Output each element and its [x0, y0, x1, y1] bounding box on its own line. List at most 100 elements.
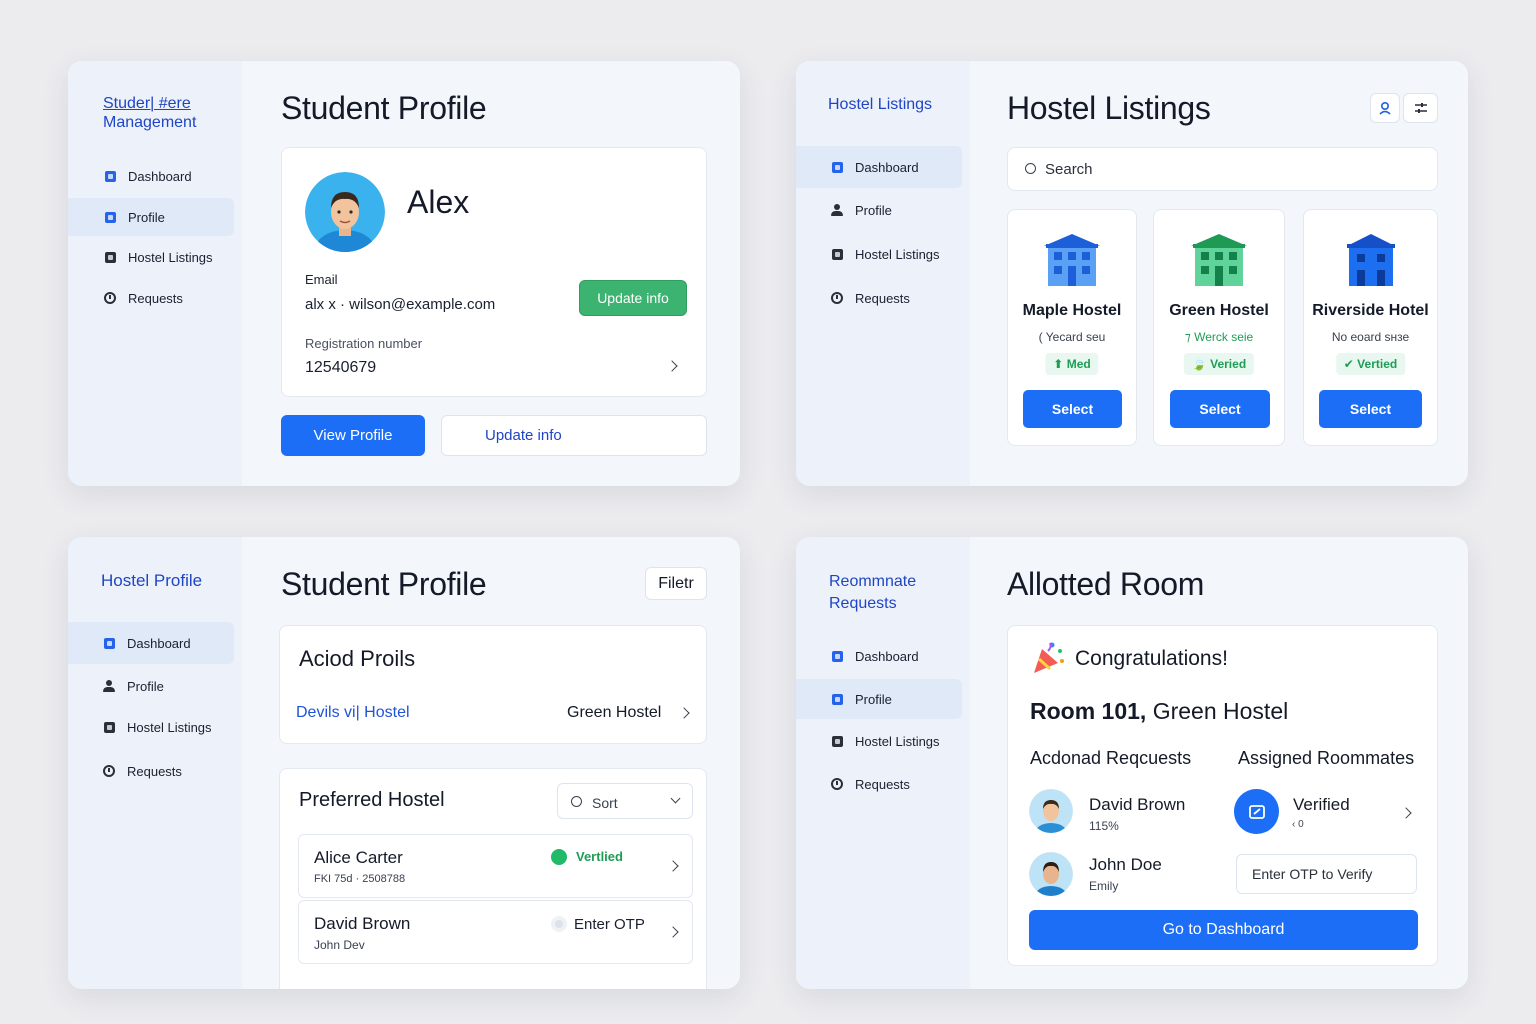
sort-dropdown[interactable]: Sort: [557, 783, 693, 819]
chevron-right-icon[interactable]: [678, 707, 690, 719]
sidebar-item-dashboard[interactable]: Dashboard: [68, 622, 234, 664]
person-sub: Emily: [1089, 879, 1119, 893]
hostel-subtitle: ( Yecard seu: [1038, 330, 1106, 344]
sidebar-item-hostel-listings[interactable]: Hostel Listings: [68, 708, 234, 746]
sidebar-item-requests[interactable]: Requests: [68, 752, 234, 790]
student-profile-panel: Studer| #ere Management Dashboard Profil…: [68, 61, 740, 486]
hostel-value: Green Hostel: [567, 704, 662, 721]
sidebar-item-dashboard[interactable]: Dashboard: [68, 157, 234, 195]
brand-line-1: Studer| #ere: [103, 95, 191, 112]
update-info-button[interactable]: Update info: [441, 415, 707, 456]
filter-icon[interactable]: [1403, 93, 1438, 123]
requests-icon: [102, 290, 118, 306]
brand-line-2: Requests: [829, 595, 897, 612]
otp-placeholder: Enter OTP to Verify: [1252, 866, 1373, 882]
requests-icon: [829, 776, 845, 792]
list-item[interactable]: Alice Carter FKI 75d · 2508788 Vertlied: [298, 834, 693, 898]
status-badge: ⬆ Med: [1045, 353, 1099, 375]
app-brand[interactable]: Hostel Listings: [828, 95, 932, 114]
hostel-card-riverside[interactable]: Riverside Hotel No eoard sнзе ✔ Vertied …: [1303, 209, 1438, 446]
sidebar-item-label: Requests: [127, 763, 182, 779]
sidebar: Hostel Profile Dashboard Profile Hostel …: [68, 537, 242, 989]
sidebar-item-hostel-listings[interactable]: Hostel Listings: [796, 235, 962, 273]
sidebar-item-requests[interactable]: Requests: [796, 279, 962, 317]
search-placeholder: Search: [1045, 161, 1093, 178]
status-badge: ✔ Vertied: [1335, 353, 1406, 375]
account-profile-card: Aciod Proils Devils vi| Hostel Green Hos…: [279, 625, 707, 744]
email-value: alx x · wilson@example.com: [305, 296, 496, 313]
sidebar-item-label: Requests: [855, 776, 910, 792]
sidebar-item-hostel-listings[interactable]: Hostel Listings: [68, 238, 234, 276]
preferred-hostel-card: Preferred Hostel Sort Alice Carter FKI 7…: [279, 768, 707, 989]
select-button[interactable]: Select: [1023, 390, 1122, 428]
verified-sub-value: 0: [1298, 819, 1304, 830]
verified-label: Verified: [1293, 795, 1350, 814]
sidebar-item-profile[interactable]: Profile: [68, 667, 234, 705]
sidebar-item-label: Profile: [855, 691, 892, 707]
list-item-name: David Brown: [314, 914, 411, 933]
room-number: Room 101,: [1030, 698, 1147, 724]
avatar: [1029, 852, 1073, 896]
chevron-right-icon[interactable]: [666, 360, 678, 372]
profile-icon: [102, 209, 118, 225]
sidebar-item-label: Requests: [128, 290, 183, 306]
sidebar-item-label: Dashboard: [128, 168, 192, 184]
hostel-link[interactable]: Devils vi| Hostel: [296, 704, 410, 722]
page-title: Student Profile: [281, 90, 487, 126]
sidebar-item-label: Profile: [855, 202, 892, 218]
email-label: Email: [305, 272, 338, 287]
otp-input[interactable]: Enter OTP to Verify: [1236, 854, 1417, 894]
search-icon: [1025, 163, 1036, 174]
sidebar-item-profile[interactable]: Profile: [68, 198, 234, 236]
select-button[interactable]: Select: [1170, 390, 1270, 428]
app-brand[interactable]: Studer| #ere Management: [103, 94, 196, 132]
brand-line-2: Management: [103, 114, 197, 131]
listings-icon: [829, 733, 845, 749]
page-title: Allotted Room: [1007, 566, 1205, 602]
person-name: David Brown: [1089, 795, 1186, 814]
sidebar-item-hostel-listings[interactable]: Hostel Listings: [796, 722, 962, 760]
building-icon: [1191, 234, 1247, 286]
party-popper-icon: [1034, 642, 1064, 673]
requests-icon: [101, 763, 117, 779]
page-title: Student Profile: [281, 566, 487, 602]
update-info-green-button[interactable]: Update info: [579, 280, 687, 316]
hostel-card-maple[interactable]: Maple Hostel ( Yecard seu ⬆ Med Select: [1007, 209, 1137, 446]
select-button[interactable]: Select: [1319, 390, 1422, 428]
sidebar-item-profile[interactable]: Profile: [796, 191, 962, 229]
sidebar-item-label: Dashboard: [855, 648, 919, 664]
filter-button[interactable]: Filetr: [645, 567, 707, 600]
chevron-right-icon: [667, 860, 679, 872]
avatar: [305, 172, 385, 252]
list-item-sub: John Dev: [314, 938, 365, 952]
search-input[interactable]: Search: [1007, 147, 1438, 191]
dashboard-icon: [829, 648, 845, 664]
sidebar-item-label: Hostel Listings: [128, 249, 213, 265]
go-to-dashboard-button[interactable]: Go to Dashboard: [1029, 910, 1418, 950]
status-badge-label: Vertied: [1357, 357, 1398, 371]
sidebar-item-requests[interactable]: Requests: [68, 279, 234, 317]
status-badge: Enter OTP: [574, 916, 645, 933]
hostel-name: Riverside Hotel: [1312, 302, 1429, 319]
listings-icon: [829, 246, 845, 262]
chevron-right-icon[interactable]: [1400, 807, 1412, 819]
chevron-right-icon: [667, 926, 679, 938]
sidebar-item-profile[interactable]: Profile: [796, 679, 962, 719]
user-circle-icon[interactable]: [1370, 93, 1400, 123]
sidebar-item-requests[interactable]: Requests: [796, 765, 962, 803]
view-profile-button[interactable]: View Profile: [281, 415, 425, 456]
listings-icon: [102, 249, 118, 265]
hostel-card-green[interactable]: Green Hostel ⁊ Werck seie 🍃 Veried Selec…: [1153, 209, 1285, 446]
app-brand[interactable]: Reommnate Requests: [829, 571, 916, 615]
section-title: Aciod Proils: [299, 646, 416, 671]
sidebar-item-dashboard[interactable]: Dashboard: [796, 637, 962, 675]
list-item[interactable]: David Brown John Dev Enter OTP: [298, 900, 693, 964]
chevron-down-icon: [670, 793, 681, 804]
sort-label: Sort: [592, 795, 618, 811]
app-brand[interactable]: Hostel Profile: [101, 571, 202, 590]
list-item-sub: FKI 75d · 2508788: [314, 873, 406, 885]
dashboard-icon: [102, 168, 118, 184]
sidebar-item-label: Dashboard: [855, 159, 919, 175]
registration-label: Registration number: [305, 336, 423, 351]
sidebar-item-dashboard[interactable]: Dashboard: [796, 146, 962, 188]
